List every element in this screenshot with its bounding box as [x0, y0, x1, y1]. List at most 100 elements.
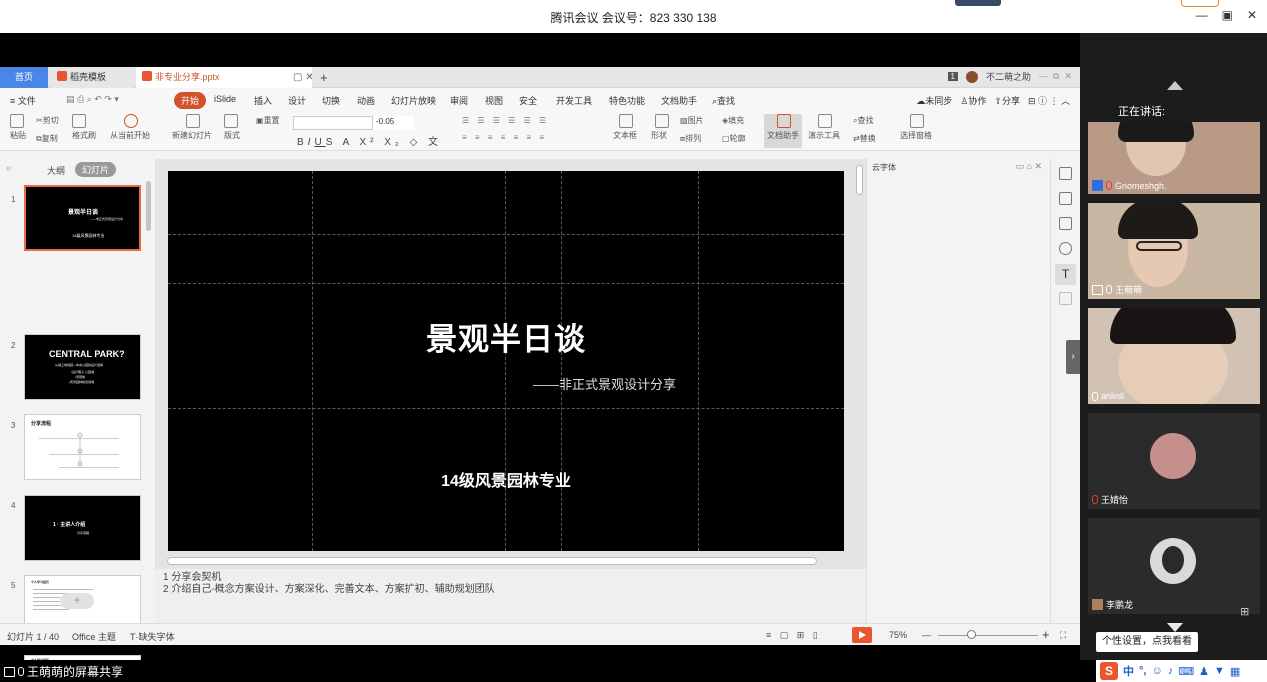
align-buttons[interactable]: ≡ ≡ ≡ ≡ ≡ ≡ ≡ [462, 133, 547, 142]
participant-tile[interactable]: 李鹏龙 [1088, 518, 1260, 614]
quick-access-icons[interactable]: ▤ ⎙ ⌕ ↶ ↷ ▾ [66, 94, 119, 105]
scroll-down-arrow-icon[interactable] [1167, 623, 1183, 632]
thumbnail-slide-1[interactable]: 景观半日谈 ——非正式景观设计分享 14级风景园林专业 [24, 185, 141, 251]
format-painter-button[interactable]: 格式刷 [72, 114, 96, 141]
thumbnail-slide-3[interactable]: 分享流程 [24, 414, 141, 480]
text-format-buttons[interactable]: BIUS A X² X₂ ◇ 文 [297, 133, 442, 148]
menu-insert[interactable]: 插入 [254, 94, 272, 107]
menu-security[interactable]: 安全 [519, 94, 537, 107]
zoom-slider[interactable] [938, 635, 1038, 636]
paragraph-buttons[interactable]: ☰ ☰ ☰ ☰ ☰ ☰ [462, 116, 549, 125]
cube-icon[interactable] [1059, 292, 1072, 305]
copy-button[interactable]: ⧉复制 [36, 133, 58, 144]
collab-button[interactable]: ♙协作 [960, 94, 986, 107]
menu-start[interactable]: 开始 [174, 92, 207, 109]
layout-button[interactable]: 版式 [224, 114, 240, 141]
slide-dept[interactable]: 14级风景园林专业 [168, 467, 844, 491]
zoom-slider-knob[interactable] [967, 630, 976, 639]
outline-button[interactable]: ▢轮廓 [722, 133, 746, 144]
voice-icon[interactable]: ♪ [1168, 665, 1174, 677]
reset-button[interactable]: ▣重置 [256, 115, 280, 126]
participant-tile[interactable]: Gnomeshgh. [1088, 122, 1260, 194]
window-count-badge[interactable]: 1 [947, 72, 958, 81]
emoji-icon[interactable]: ☺ [1151, 665, 1162, 677]
properties-icon[interactable] [1059, 167, 1072, 180]
restore-button[interactable]: ▣ [1222, 8, 1233, 22]
speaker-notes[interactable]: 1 分享会契机 2 介绍自己-概念方案设计、方案深化、完善文本、方案扩初、辅助规… [155, 569, 866, 629]
doc-helper-button[interactable]: 文档助手 [767, 114, 799, 141]
view-mode-icons[interactable]: ≡ ▢ ⊞ ▯ [766, 630, 821, 641]
theme-name[interactable]: Office 主题 [72, 630, 116, 643]
keyboard-icon[interactable]: ⌨ [1178, 665, 1194, 678]
zoom-in-button[interactable]: + [1042, 627, 1050, 642]
new-slide-button[interactable]: 新建幻灯片 [172, 114, 212, 141]
zoom-out-button[interactable]: — [922, 630, 931, 640]
user-icon[interactable]: ♟ [1199, 665, 1209, 678]
select-pane-button[interactable]: 选择窗格 [900, 114, 932, 141]
paste-button[interactable]: 粘贴 [10, 114, 26, 141]
current-slide[interactable]: 景观半日谈 ——非正式景观设计分享 14级风景园林专业 [168, 171, 844, 551]
ime-lang-toggle[interactable]: 中 [1123, 663, 1134, 679]
thumbnail-slide-4[interactable]: 1 · 主讲人介绍 分享流程 [24, 495, 141, 561]
add-slide-button[interactable]: + [60, 593, 94, 609]
arrange-button[interactable]: ⧈排列 [680, 133, 701, 144]
menu-review[interactable]: 审阅 [450, 94, 468, 107]
participant-tile[interactable]: anlinli [1088, 308, 1260, 404]
help-icon[interactable] [1059, 242, 1072, 255]
new-tab-button[interactable]: + [320, 70, 328, 85]
font-size-select[interactable]: -0.05 [372, 116, 414, 130]
from-current-button[interactable]: 从当前开始 [110, 114, 150, 141]
close-button[interactable]: ✕ [1247, 8, 1257, 22]
participant-tile[interactable]: 王萌萌 [1088, 203, 1260, 299]
menu-file[interactable]: ≡ 文件 [10, 94, 36, 107]
collapse-panel-icon[interactable]: « [6, 163, 12, 174]
find-button[interactable]: ⌕查找 [853, 115, 873, 126]
picture-button[interactable]: ▨图片 [680, 115, 704, 126]
thumbnail-scrollbar[interactable] [146, 181, 151, 231]
scroll-up-arrow-icon[interactable] [1167, 81, 1183, 90]
user-avatar[interactable] [966, 70, 978, 83]
participant-tile[interactable]: 王婧怡 [1088, 413, 1260, 509]
tab-slides[interactable]: 幻灯片 [75, 162, 117, 177]
copy-format-icon[interactable] [1059, 217, 1072, 230]
slide-subtitle[interactable]: ——非正式景观设计分享 [533, 374, 676, 393]
menu-dev-tools[interactable]: 开发工具 [556, 94, 592, 107]
textbox-button[interactable]: 文本框 [613, 114, 637, 141]
more-icons[interactable]: ⊟ ⓘ ⋮ ︿ [1028, 94, 1070, 107]
cut-button[interactable]: ✂剪切 [36, 115, 59, 126]
tab-template[interactable]: 稻壳模板 [51, 67, 133, 88]
fit-window-icon[interactable]: ⛶ [1060, 630, 1066, 641]
missing-font-button[interactable]: T·缺失字体 [130, 630, 175, 643]
fill-button[interactable]: ◈填充 [722, 115, 744, 126]
slide-title[interactable]: 景观半日谈 [168, 314, 844, 359]
horizontal-scrollbar[interactable] [167, 557, 817, 565]
skin-icon[interactable]: ▼ [1214, 665, 1225, 677]
menu-search[interactable]: ⌕查找 [712, 94, 735, 107]
sogou-logo[interactable]: S [1100, 662, 1118, 680]
play-slideshow-button[interactable] [852, 627, 872, 643]
menu-animation[interactable]: 动画 [357, 94, 375, 107]
present-tools-button[interactable]: 演示工具 [808, 114, 840, 141]
minimize-button[interactable]: — [1196, 8, 1208, 22]
pane-title[interactable]: 云字体 [872, 162, 896, 173]
replace-button[interactable]: ⇄替换 [853, 133, 876, 144]
tab-home[interactable]: 首页 [0, 67, 48, 88]
toolbox-icon[interactable]: ▦ [1230, 665, 1240, 678]
share-button[interactable]: ⇪分享 [994, 94, 1020, 107]
zoom-level[interactable]: 75% [889, 630, 907, 640]
menu-transition[interactable]: 切换 [322, 94, 340, 107]
toolbar-handle[interactable] [955, 0, 1001, 6]
menu-view[interactable]: 视图 [485, 94, 503, 107]
thumbnail-slide-2[interactable]: CENTRAL PARK? 从城上地到园—中央公园的设计选择 •设计圈子·公园城… [24, 334, 141, 400]
expand-pane-chevron-icon[interactable]: › [1066, 340, 1080, 374]
menu-islide[interactable]: iSlide [214, 94, 236, 104]
shape-button[interactable]: 形状 [651, 114, 669, 141]
menu-slideshow[interactable]: 幻灯片放映 [391, 94, 436, 107]
user-name[interactable]: 不二萌之助 [986, 70, 1031, 83]
text-icon[interactable]: T [1055, 264, 1076, 285]
tab-file[interactable]: 非专业分享.pptx [136, 67, 312, 88]
menu-features[interactable]: 特色功能 [609, 94, 645, 107]
window-controls-icon[interactable]: — ⧉ ✕ [1039, 71, 1072, 82]
grid-view-icon[interactable]: ⊞ [1240, 605, 1249, 618]
pane-controls-icon[interactable]: ▭ ⌂ ✕ [1016, 161, 1042, 172]
